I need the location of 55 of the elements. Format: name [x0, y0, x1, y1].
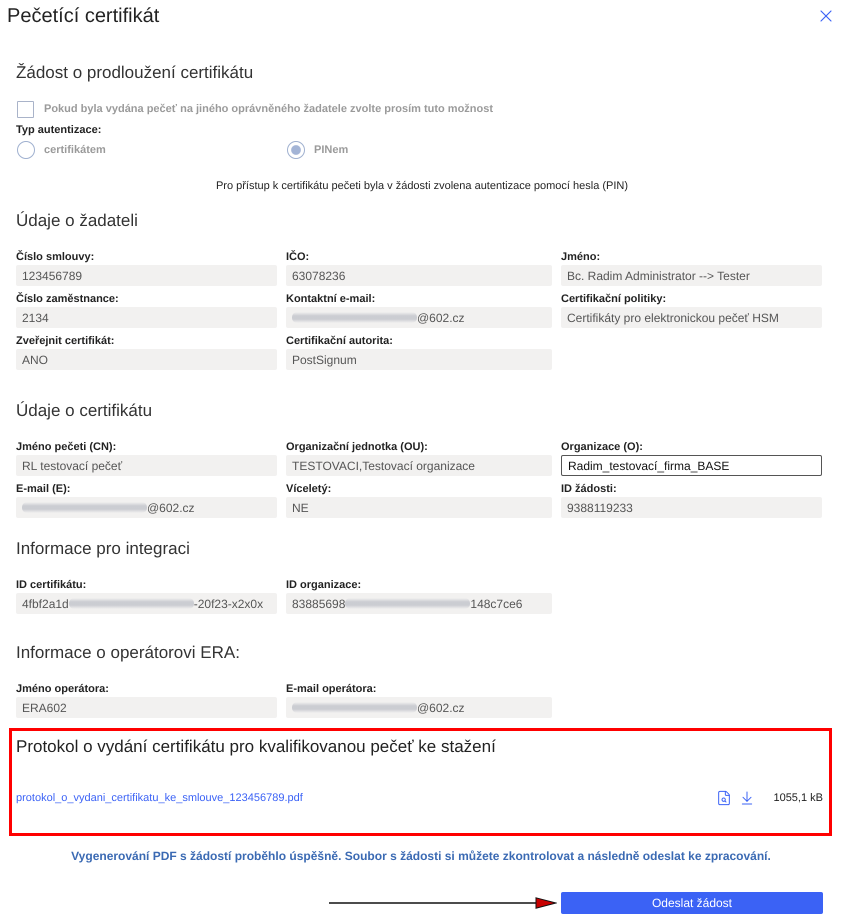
field-label: Víceletý: [286, 482, 332, 497]
readonly-field: NE [286, 497, 552, 518]
field-label: Typ autentizace: [16, 123, 102, 138]
readonly-field: Certifikáty pro elektronickou pečeť HSM [561, 307, 822, 328]
field-label: ID certifikátu: [16, 578, 86, 593]
radio-label: PINem [314, 143, 348, 158]
field-label: Certifikační autorita: [286, 334, 393, 349]
section-heading: Údaje o certifikátu [16, 400, 154, 422]
field-label: Jméno: [561, 250, 600, 265]
field-label: E-mail (E): [16, 482, 70, 497]
field-value: @602.cz [417, 310, 465, 324]
readonly-field: 63078236 [286, 265, 552, 286]
field-value: -20f23-x2x0x [194, 596, 264, 610]
field-label: Organizace (O): [561, 440, 643, 455]
field-label: Číslo smlouvy: [16, 249, 94, 265]
dialog-title: Pečetící certifikát [7, 4, 160, 29]
field-label: ID organizace: [286, 578, 362, 593]
readonly-field: 2134 [16, 307, 277, 328]
file-size: 1055,1 kB [773, 792, 823, 804]
readonly-field: ERA602 [16, 697, 277, 718]
success-message: Vygenerování PDF s žádostí proběhlo úspěšně. Soubor s žádosti si můžete zkontrolovat a následně odeslat ke zpracování. [70, 848, 772, 864]
info-text: Pro přístup k certifikátu pečeti byla v žádosti zvolena autentizace pomocí hesla (PIN) [214, 179, 630, 194]
field-label: Jméno operátora: [16, 682, 109, 697]
readonly-field: ANO [16, 349, 277, 370]
file-link[interactable]: protokol_o_vydani_certifikatu_ke_smlouve_123456789.pdf [16, 792, 303, 804]
readonly-field: 9388119233 [561, 497, 822, 518]
readonly-field: TESTOVACI,Testovací organizace [286, 455, 552, 476]
field-label: E-mail operátora: [286, 682, 376, 697]
field-label: IČO: [286, 249, 310, 265]
checkbox-label: Pokud byla vydána pečeť na jiného oprávněného žadatele zvolte prosím tuto možnost [44, 102, 494, 117]
field-label: Certifikační politiky: [561, 292, 666, 307]
field-value: @602.cz [417, 700, 465, 714]
section-heading: Informace o operátorovi ERA: [16, 642, 241, 664]
readonly-field: PostSignum [286, 349, 552, 370]
section-heading: Údaje o žadateli [16, 210, 139, 232]
section-heading: Informace pro integraci [16, 538, 191, 560]
field-label: Organizační jednotka (OU): [286, 440, 428, 455]
readonly-field: RL testovací pečeť [16, 455, 277, 476]
readonly-field: 123456789 [16, 265, 277, 286]
field-value: 148c7ce6 [470, 596, 522, 610]
submit-button[interactable]: Odeslat žádost [561, 892, 823, 914]
field-value: 4fbf2a1d [22, 596, 69, 610]
field-label: Kontaktní e-mail: [286, 292, 376, 307]
field-value: @602.cz [147, 500, 195, 514]
file-search-icon[interactable] [716, 790, 732, 806]
radio-label: certifikátem [44, 143, 106, 158]
text-input[interactable]: Radim_testovací_firma_BASE [561, 455, 822, 476]
field-label: Jméno pečeti (CN): [16, 440, 116, 455]
section-heading: Protokol o vydání certifikátu pro kvalifikovanou pečeť ke stažení [16, 736, 497, 758]
field-value: 83885698 [292, 596, 346, 610]
field-label: ID žádosti: [561, 482, 617, 497]
field-label: Zveřejnit certifikát: [16, 334, 114, 349]
readonly-field: Bc. Radim Administrator --> Tester [561, 265, 822, 286]
field-label: Číslo zaměstnance: [16, 291, 119, 307]
section-heading: Žádost o prodloužení certifikátu [16, 62, 254, 84]
